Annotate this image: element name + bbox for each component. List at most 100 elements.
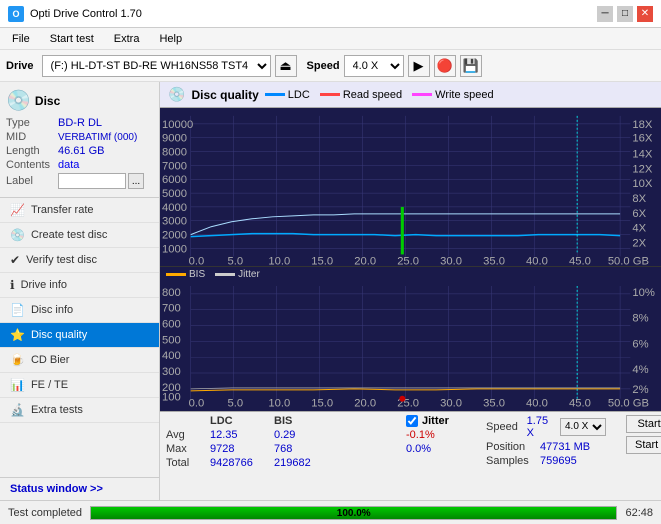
sidebar-item-transfer-rate[interactable]: 📈 Transfer rate — [0, 198, 159, 223]
speed-select[interactable]: 4.0 X 1.0 X 2.0 X 6.0 X 8.0 X — [344, 55, 404, 77]
svg-text:7000: 7000 — [162, 160, 187, 172]
svg-text:10X: 10X — [632, 178, 653, 190]
label-input[interactable] — [58, 173, 126, 189]
toolbar-btn-2[interactable]: 🔴 — [434, 55, 456, 77]
svg-text:6%: 6% — [632, 339, 648, 351]
svg-text:6X: 6X — [632, 208, 646, 220]
jitter-checkbox[interactable] — [406, 415, 418, 427]
disc-icon: 💿 — [6, 88, 31, 113]
progress-container: 100.0% — [90, 506, 617, 520]
menu-start-test[interactable]: Start test — [46, 31, 98, 47]
mid-value: VERBATIMf (000) — [58, 132, 137, 143]
start-full-button[interactable]: Start full — [626, 415, 661, 433]
svg-text:25.0: 25.0 — [397, 255, 419, 266]
svg-text:10.0: 10.0 — [268, 398, 290, 410]
svg-text:600: 600 — [162, 319, 181, 331]
disc-quality-title: Disc quality — [191, 88, 258, 102]
disc-info-panel: 💿 Disc Type BD-R DL MID VERBATIMf (000) … — [0, 82, 159, 198]
fe-te-icon: 📊 — [10, 378, 25, 392]
avg-ldc: 12.35 — [210, 429, 270, 441]
eject-button[interactable]: ⏏ — [275, 55, 297, 77]
sidebar-item-extra-tests[interactable]: 🔬 Extra tests — [0, 398, 159, 423]
transfer-rate-label: Transfer rate — [31, 204, 94, 216]
svg-text:5.0: 5.0 — [227, 398, 243, 410]
disc-quality-icon: ⭐ — [10, 328, 25, 342]
legend-bis: BIS — [189, 269, 205, 280]
menu-bar: File Start test Extra Help — [0, 28, 661, 50]
sidebar-item-verify-test-disc[interactable]: ✔ Verify test disc — [0, 248, 159, 273]
avg-label: Avg — [166, 429, 206, 441]
position-key: Position — [486, 441, 536, 453]
label-label: Label — [6, 175, 58, 187]
svg-text:10000: 10000 — [162, 119, 193, 131]
app-icon: O — [8, 6, 24, 22]
sidebar-item-fe-te[interactable]: 📊 FE / TE — [0, 373, 159, 398]
sidebar-item-disc-info[interactable]: 📄 Disc info — [0, 298, 159, 323]
disc-section-label: Disc — [35, 94, 60, 108]
sidebar-item-cd-bier[interactable]: 🍺 CD Bier — [0, 348, 159, 373]
sidebar-item-drive-info[interactable]: ℹ Drive info — [0, 273, 159, 298]
menu-help[interactable]: Help — [155, 31, 186, 47]
stats-bis-header: BIS — [274, 415, 334, 427]
speed-value: 1.75 X — [527, 415, 556, 439]
svg-text:16X: 16X — [632, 133, 653, 145]
sidebar-item-disc-quality[interactable]: ⭐ Disc quality — [0, 323, 159, 348]
svg-text:10%: 10% — [632, 287, 655, 299]
svg-text:100: 100 — [162, 392, 181, 404]
jitter-label: Jitter — [422, 415, 449, 427]
toolbar-btn-3[interactable]: 💾 — [460, 55, 482, 77]
svg-text:20.0: 20.0 — [354, 398, 376, 410]
disc-info-icon: 📄 — [10, 303, 25, 317]
app-title: Opti Drive Control 1.70 — [30, 8, 142, 20]
type-label: Type — [6, 117, 58, 129]
svg-text:4000: 4000 — [162, 202, 187, 214]
avg-bis: 0.29 — [274, 429, 334, 441]
legend-jitter: Jitter — [238, 269, 260, 280]
svg-text:8X: 8X — [632, 193, 646, 205]
toolbar-btn-1[interactable]: ▶ — [408, 55, 430, 77]
cd-bier-icon: 🍺 — [10, 353, 25, 367]
drive-info-label: Drive info — [21, 279, 67, 291]
legend-ldc: LDC — [288, 89, 310, 101]
transfer-rate-icon: 📈 — [10, 203, 25, 217]
svg-text:300: 300 — [162, 366, 181, 378]
svg-text:3000: 3000 — [162, 216, 187, 228]
svg-text:700: 700 — [162, 303, 181, 315]
legend-read-speed: Read speed — [343, 89, 402, 101]
verify-test-disc-label: Verify test disc — [26, 254, 97, 266]
minimize-button[interactable]: ─ — [597, 6, 613, 22]
svg-text:0.0: 0.0 — [189, 255, 205, 266]
status-window-button[interactable]: Status window >> — [0, 477, 159, 500]
svg-text:15.0: 15.0 — [311, 398, 333, 410]
svg-text:5000: 5000 — [162, 188, 187, 200]
svg-text:1000: 1000 — [162, 244, 187, 256]
status-text: Test completed — [8, 507, 82, 519]
create-test-disc-label: Create test disc — [31, 229, 107, 241]
verify-test-disc-icon: ✔ — [10, 253, 20, 267]
label-browse-button[interactable]: ... — [128, 173, 144, 189]
svg-text:45.0: 45.0 — [569, 255, 591, 266]
svg-text:10.0: 10.0 — [268, 255, 290, 266]
svg-text:8%: 8% — [632, 313, 648, 325]
legend-write-speed: Write speed — [435, 89, 494, 101]
drive-select[interactable]: (F:) HL-DT-ST BD-RE WH16NS58 TST4 — [42, 55, 271, 77]
status-time: 62:48 — [625, 507, 653, 519]
stats-panel: LDC BIS Avg 12.35 0.29 Max 9728 768 Tota… — [160, 411, 661, 500]
type-value: BD-R DL — [58, 117, 102, 129]
svg-text:40.0: 40.0 — [526, 255, 548, 266]
start-part-button[interactable]: Start part — [626, 436, 661, 454]
menu-file[interactable]: File — [8, 31, 34, 47]
menu-extra[interactable]: Extra — [110, 31, 144, 47]
svg-text:4%: 4% — [632, 364, 648, 376]
svg-text:14X: 14X — [632, 149, 653, 161]
sidebar-nav: 📈 Transfer rate 💿 Create test disc ✔ Ver… — [0, 198, 159, 500]
fe-te-label: FE / TE — [31, 379, 68, 391]
close-button[interactable]: ✕ — [637, 6, 653, 22]
disc-info-label: Disc info — [31, 304, 73, 316]
speed-select2[interactable]: 4.0 X — [560, 418, 606, 436]
sidebar-item-create-test-disc[interactable]: 💿 Create test disc — [0, 223, 159, 248]
extra-tests-icon: 🔬 — [10, 403, 25, 417]
maximize-button[interactable]: □ — [617, 6, 633, 22]
stats-ldc-header: LDC — [210, 415, 270, 427]
svg-text:50.0 GB: 50.0 GB — [608, 398, 649, 410]
